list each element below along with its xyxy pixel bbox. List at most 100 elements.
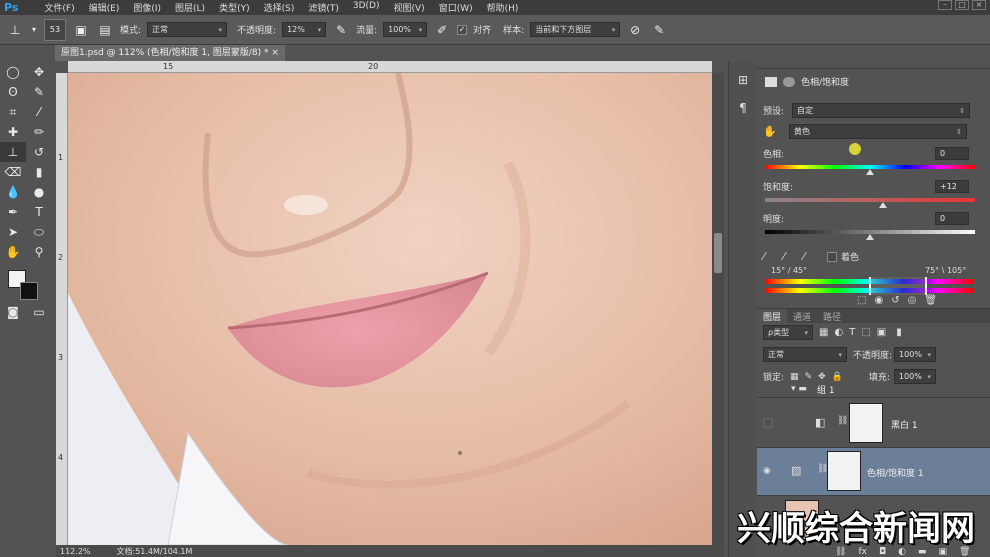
- opacity-field[interactable]: 12% ▾: [282, 22, 327, 37]
- brush-panel-icon[interactable]: ▣: [72, 21, 90, 39]
- kind-filter-dropdown[interactable]: ρ类型 ▾: [763, 325, 813, 340]
- marquee-tool-icon[interactable]: ◯: [0, 62, 26, 82]
- maximize-icon[interactable]: □: [955, 0, 969, 10]
- hue-slider-thumb[interactable]: [866, 169, 874, 175]
- channel-dropdown[interactable]: 黄色 ⇕: [789, 124, 967, 139]
- saturation-slider[interactable]: [765, 198, 975, 202]
- vertical-scrollbar[interactable]: [712, 73, 724, 545]
- close-icon[interactable]: ×: [972, 0, 986, 10]
- filter-toggle-icon[interactable]: ▮: [896, 327, 902, 338]
- mode-dropdown[interactable]: 正常 ▾: [147, 22, 228, 37]
- clone-source-icon[interactable]: ▤: [96, 21, 114, 39]
- eyedropper-icon[interactable]: ⁄: [763, 250, 783, 263]
- clip-to-layer-icon[interactable]: ⬚: [857, 295, 866, 306]
- targeted-adjust-hand-icon[interactable]: ✋: [763, 125, 785, 138]
- saturation-value-field[interactable]: +12: [935, 180, 969, 193]
- history-brush-tool-icon[interactable]: ↺: [26, 142, 52, 162]
- filter-shape-icon[interactable]: ⬚: [861, 327, 870, 338]
- menu-window[interactable]: 窗口(W): [439, 1, 473, 14]
- eye-icon[interactable]: ◉: [763, 466, 773, 476]
- quick-select-tool-icon[interactable]: ✎: [26, 82, 52, 102]
- clone-stamp-tool-icon[interactable]: ⊥: [6, 21, 24, 39]
- filter-type-icon[interactable]: T: [849, 327, 855, 338]
- menu-filter[interactable]: 滤镜(T): [308, 1, 339, 14]
- airbrush-icon[interactable]: ✐: [433, 21, 451, 39]
- menu-image[interactable]: 图像(I): [133, 1, 161, 14]
- range-slider[interactable]: [869, 277, 927, 295]
- flow-field[interactable]: 100% ▾: [383, 22, 428, 37]
- lightness-value-field[interactable]: 0: [935, 212, 969, 225]
- mask-icon[interactable]: [783, 76, 795, 87]
- eraser-tool-icon[interactable]: ⌫: [0, 162, 26, 182]
- close-tab-icon[interactable]: ×: [271, 48, 279, 58]
- hand-tool-icon[interactable]: ✋: [0, 242, 26, 262]
- properties-panel-icon[interactable]: ⊞: [733, 70, 753, 90]
- menu-edit[interactable]: 编辑(E): [89, 1, 120, 14]
- screen-mode-icon[interactable]: ▭: [26, 302, 52, 322]
- blur-tool-icon[interactable]: 💧: [0, 182, 26, 202]
- lock-all-icon[interactable]: 🔒: [832, 372, 843, 382]
- minimize-icon[interactable]: –: [938, 0, 952, 10]
- layer-mask-thumbnail[interactable]: [849, 403, 883, 443]
- visibility-off-icon[interactable]: [763, 418, 773, 428]
- layer-row-group[interactable]: ▾ ▬ 组 1: [757, 384, 990, 396]
- pen-tool-icon[interactable]: ✒: [0, 202, 26, 222]
- path-select-tool-icon[interactable]: ➤: [0, 222, 26, 242]
- sample-dropdown[interactable]: 当前和下方图层 ▾: [530, 22, 621, 37]
- type-tool-icon[interactable]: T: [26, 202, 52, 222]
- ignore-adjustment-icon[interactable]: ⊘: [626, 21, 644, 39]
- zoom-tool-icon[interactable]: ⚲: [26, 242, 52, 262]
- crop-tool-icon[interactable]: ⌗: [0, 102, 26, 122]
- layer-row-black-white[interactable]: ◧ ⛓ 黑白 1: [757, 397, 990, 447]
- move-tool-icon[interactable]: ✥: [26, 62, 52, 82]
- layer-row-hue-saturation[interactable]: ◉ ▧ ⛓ 色相/饱和度 1: [757, 447, 990, 495]
- tab-channels[interactable]: 通道: [787, 309, 817, 323]
- reset-icon[interactable]: ↺: [891, 295, 899, 306]
- colorize-checkbox[interactable]: [827, 251, 837, 262]
- menu-file[interactable]: 文件(F): [44, 1, 74, 14]
- scrollbar-thumb[interactable]: [714, 233, 722, 273]
- background-color-swatch[interactable]: [20, 282, 38, 300]
- eyedropper-minus-icon[interactable]: ⁄: [803, 250, 823, 263]
- photoshop-logo[interactable]: Ps: [0, 1, 26, 14]
- preset-dropdown[interactable]: 自定 ⇕: [792, 103, 971, 118]
- menu-select[interactable]: 选择(S): [264, 1, 295, 14]
- menu-3d[interactable]: 3D(D): [353, 1, 380, 14]
- eyedropper-tool-icon[interactable]: ⁄: [26, 102, 52, 122]
- chevron-down-icon[interactable]: ▾: [30, 21, 38, 39]
- blend-mode-dropdown[interactable]: 正常 ▾: [763, 347, 847, 362]
- tab-paths[interactable]: 路径: [817, 309, 847, 323]
- filter-pixel-icon[interactable]: ▦: [819, 327, 828, 338]
- lightness-slider-thumb[interactable]: [866, 234, 874, 240]
- document-size[interactable]: 文档:51.4M/104.1M: [117, 546, 193, 557]
- menu-view[interactable]: 视图(V): [394, 1, 425, 14]
- menu-type[interactable]: 类型(Y): [219, 1, 250, 14]
- visibility-icon[interactable]: ◎: [908, 295, 917, 306]
- clone-stamp-tool-icon[interactable]: ⊥: [0, 142, 26, 162]
- paragraph-icon[interactable]: ¶: [733, 98, 753, 118]
- quick-mask-icon[interactable]: ◙: [0, 302, 26, 322]
- hue-value-field[interactable]: 0: [935, 147, 969, 160]
- filter-smart-object-icon[interactable]: ▣: [877, 327, 886, 338]
- link-icon[interactable]: ⛓: [837, 416, 848, 426]
- brush-size-picker[interactable]: 53: [44, 18, 66, 41]
- shape-tool-icon[interactable]: ⬭: [26, 222, 52, 242]
- lasso-tool-icon[interactable]: ʘ: [0, 82, 26, 102]
- healing-tool-icon[interactable]: ✚: [0, 122, 26, 142]
- lock-transparent-icon[interactable]: ▦: [790, 372, 799, 382]
- document-canvas[interactable]: [68, 73, 712, 545]
- view-previous-icon[interactable]: ◉: [874, 295, 883, 306]
- eyedropper-plus-icon[interactable]: ⁄: [783, 250, 803, 263]
- pressure-size-icon[interactable]: ✎: [650, 21, 668, 39]
- dodge-tool-icon[interactable]: ●: [26, 182, 52, 202]
- fill-field[interactable]: 100% ▾: [893, 369, 936, 384]
- filter-adjustment-icon[interactable]: ◐: [834, 327, 843, 338]
- lock-pixels-icon[interactable]: ✎: [805, 372, 813, 382]
- lock-position-icon[interactable]: ✥: [818, 372, 826, 382]
- layer-mask-thumbnail[interactable]: [827, 451, 861, 491]
- menu-layer[interactable]: 图层(L): [175, 1, 205, 14]
- menu-help[interactable]: 帮助(H): [487, 1, 519, 14]
- pressure-opacity-icon[interactable]: ✎: [332, 21, 350, 39]
- document-tab[interactable]: 原图1.psd @ 112% (色相/饱和度 1, 图层蒙版/8) * ×: [55, 45, 285, 61]
- zoom-level[interactable]: 112.2%: [60, 547, 91, 556]
